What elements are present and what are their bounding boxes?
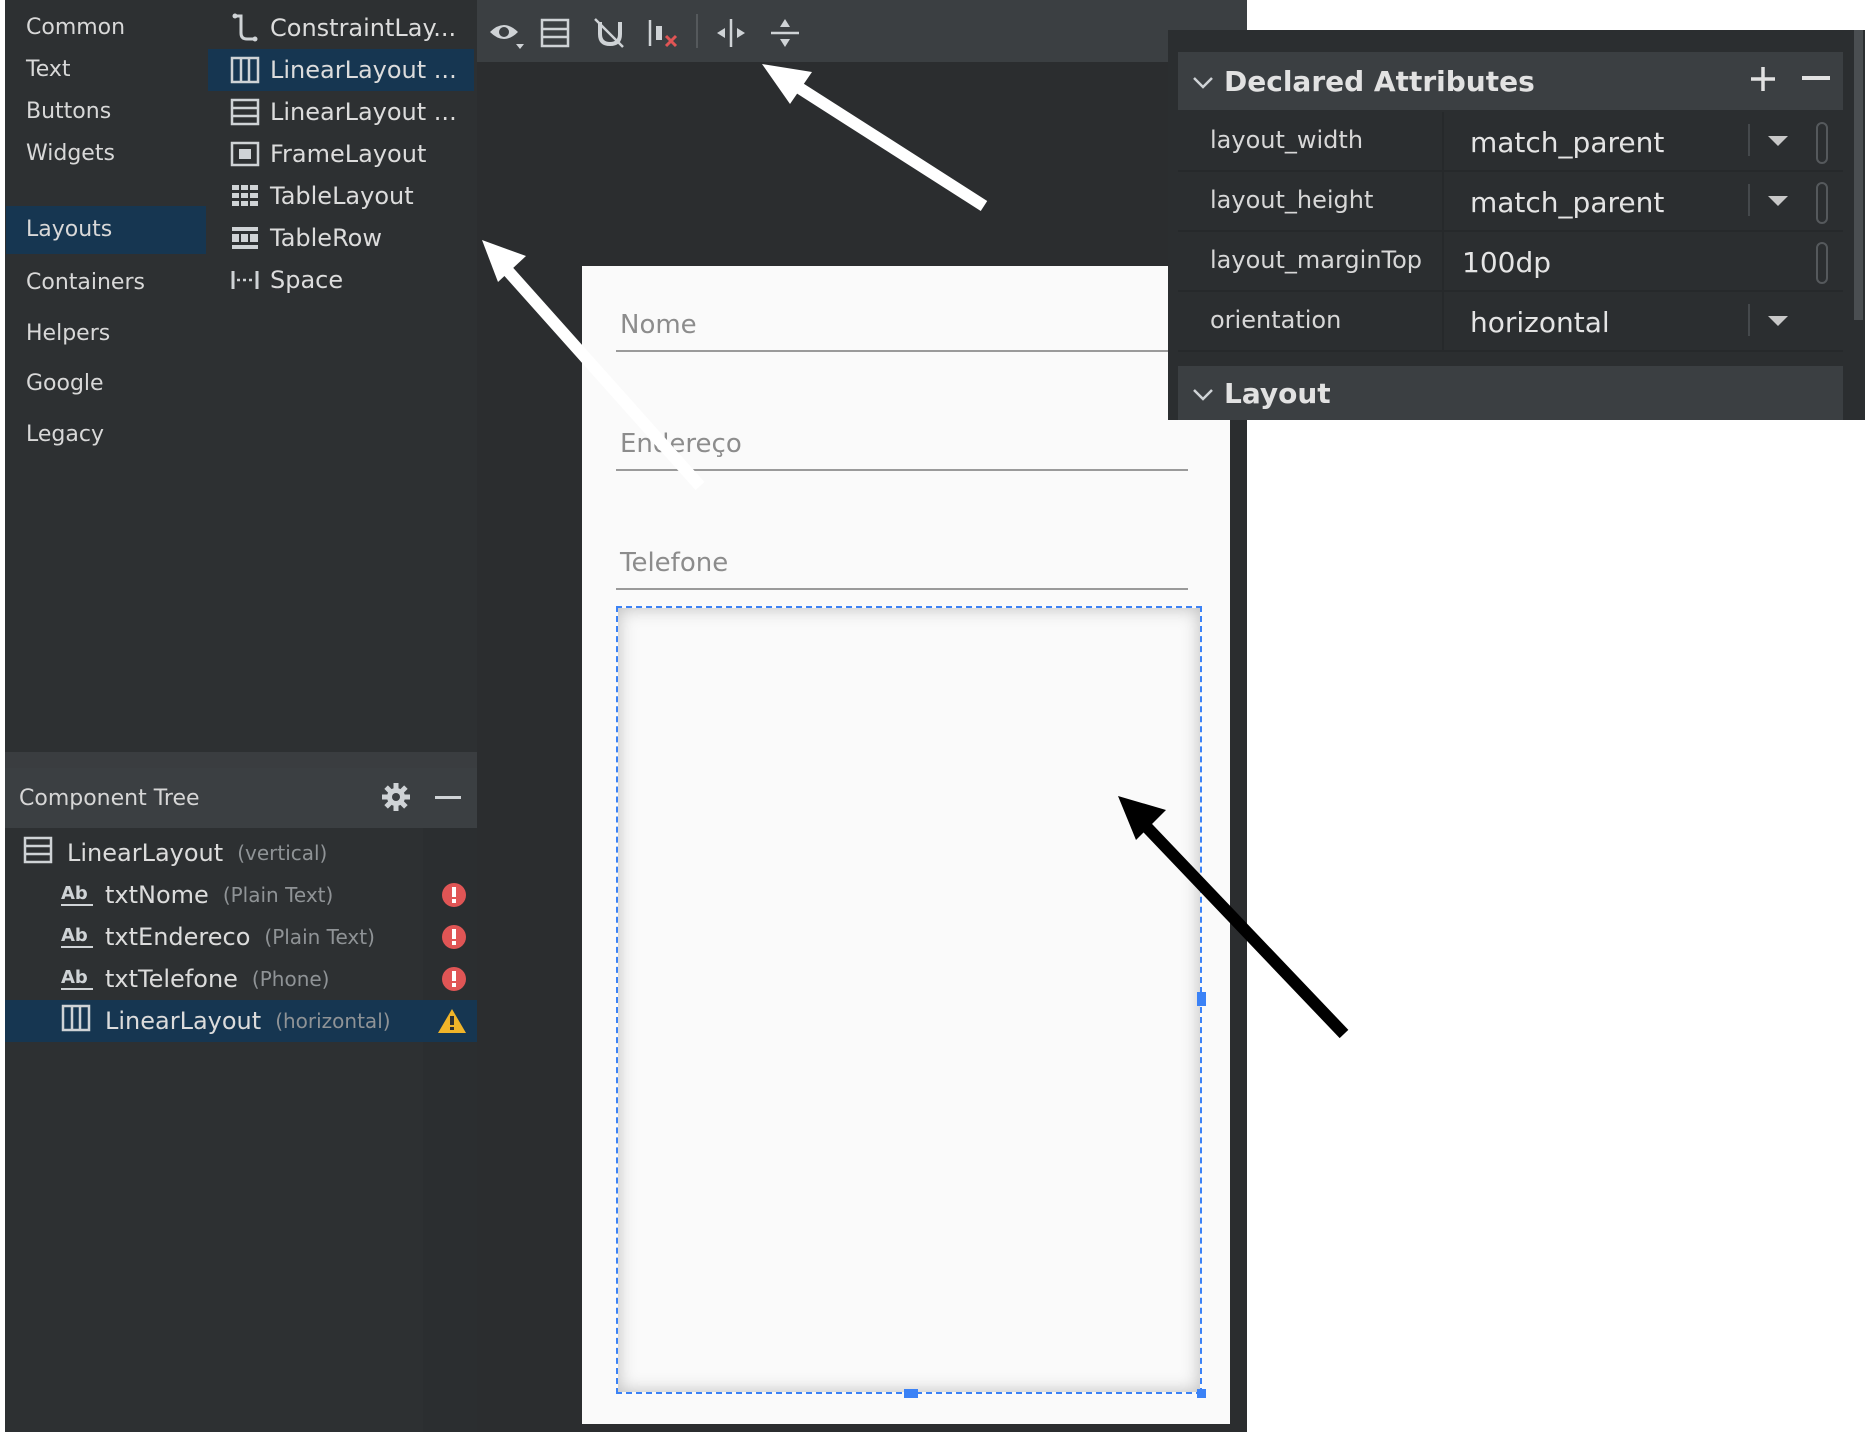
arrow-to-toolbar: [762, 64, 988, 212]
annotation-arrows: [482, 64, 1349, 1039]
arrow-to-palette: [482, 240, 705, 490]
arrow-to-layout: [1118, 796, 1349, 1039]
